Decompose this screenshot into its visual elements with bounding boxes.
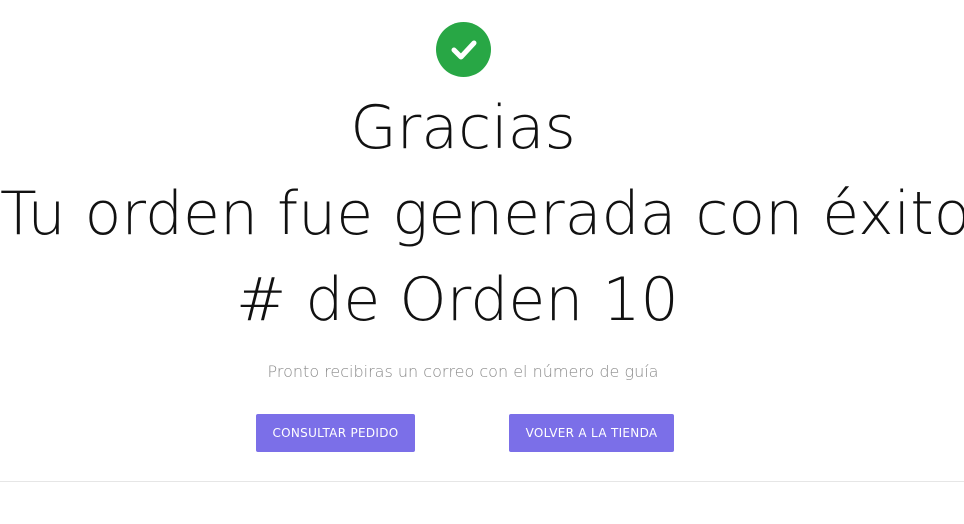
check-order-button[interactable]: CONSULTAR PEDIDO (256, 414, 415, 452)
back-to-store-button[interactable]: VOLVER A LA TIENDA (509, 414, 674, 452)
checkmark-icon (451, 40, 476, 59)
footer-divider (0, 481, 964, 482)
order-confirmation-page: Gracias Tu orden fue generada con éxito … (0, 0, 964, 524)
success-check-icon (436, 22, 491, 77)
thanks-heading: Gracias (350, 93, 576, 163)
order-number: # de Orden 10 (236, 265, 679, 335)
shipping-notice: Pronto recibiras un correo con el número… (267, 362, 659, 381)
order-success-message: Tu orden fue generada con éxito (0, 179, 964, 249)
